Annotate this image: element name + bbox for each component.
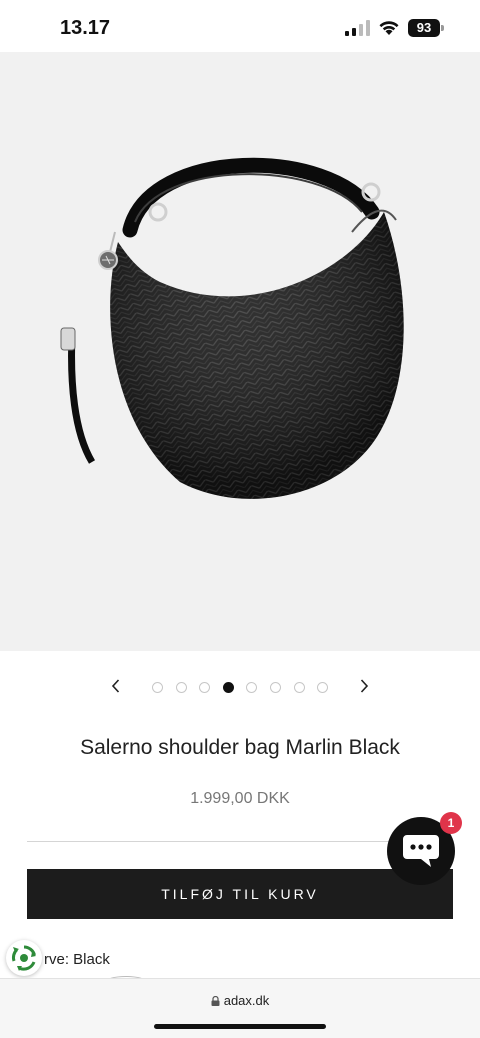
status-time: 13.17 xyxy=(60,17,111,39)
product-price: 1.999,00 DKK xyxy=(190,790,290,807)
cellular-signal-icon xyxy=(345,20,370,36)
carousel-dot[interactable] xyxy=(317,682,329,693)
wifi-icon xyxy=(379,21,399,35)
carousel-dot[interactable] xyxy=(152,682,163,693)
product-image[interactable] xyxy=(0,52,480,651)
previous-image-button[interactable] xyxy=(105,675,127,697)
carousel-dot[interactable] xyxy=(270,682,281,693)
battery-cap xyxy=(441,25,444,31)
lock-icon xyxy=(211,996,220,1006)
chat-bubble-icon xyxy=(403,835,439,867)
image-carousel-controls xyxy=(0,672,480,702)
carousel-dot[interactable] xyxy=(175,682,187,693)
eco-recycle-badge[interactable] xyxy=(6,940,42,976)
browser-address-bar[interactable]: adax.dk xyxy=(0,978,480,1038)
url-display[interactable]: adax.dk xyxy=(0,993,480,1008)
carousel-dot[interactable] xyxy=(246,682,258,693)
status-bar: 13.17 93 xyxy=(0,0,480,52)
next-image-button[interactable] xyxy=(353,675,375,697)
url-text: adax.dk xyxy=(223,993,270,1008)
home-indicator[interactable] xyxy=(154,1024,326,1029)
battery-indicator: 93 xyxy=(408,19,440,37)
handbag-image xyxy=(60,157,404,499)
carousel-dot[interactable] xyxy=(222,682,234,693)
color-label: rve: Black xyxy=(44,951,110,968)
carousel-dot[interactable] xyxy=(199,682,211,693)
recycle-icon xyxy=(11,945,36,971)
chat-unread-badge: 1 xyxy=(440,812,462,834)
product-title: Salerno shoulder bag Marlin Black xyxy=(80,736,400,759)
carousel-dot[interactable] xyxy=(293,682,305,693)
chevron-left-icon xyxy=(111,679,120,693)
add-to-cart-button[interactable]: TILFØJ TIL KURV xyxy=(27,869,453,919)
chevron-right-icon xyxy=(360,679,369,693)
